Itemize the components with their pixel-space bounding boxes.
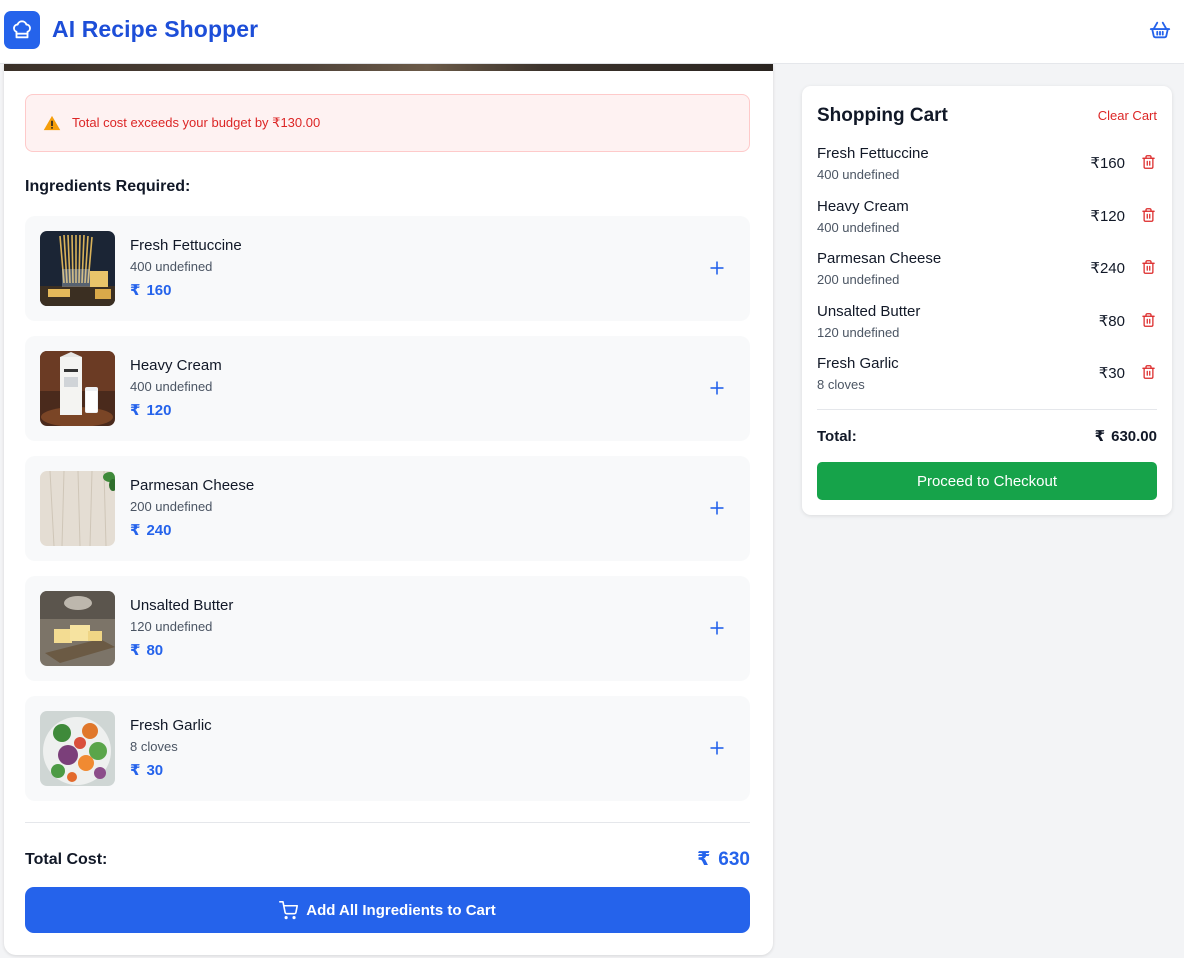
cart-icon <box>279 900 299 919</box>
ingredient-quantity: 200 undefined <box>130 499 213 514</box>
budget-alert: Total cost exceeds your budget by ₹130.0… <box>25 94 750 152</box>
app-title: AI Recipe Shopper <box>52 16 259 42</box>
plus-icon <box>710 741 724 755</box>
ingredient-card: Heavy Cream 400 undefined ₹120 <box>25 336 750 441</box>
cart-item-name: Heavy Cream <box>817 198 909 215</box>
shopping-cart-panel: Shopping Cart Clear Cart Fresh Fettuccin… <box>802 86 1172 515</box>
cart-item-quantity: 120 undefined <box>817 325 900 340</box>
recipe-hero-image <box>4 64 773 71</box>
cart-item: Heavy Cream 400 undefined ₹120 <box>817 198 1157 240</box>
total-cost-amount: 630 <box>718 849 750 870</box>
trash-icon[interactable] <box>1139 153 1157 171</box>
cart-item-name: Fresh Garlic <box>817 355 899 372</box>
total-divider <box>25 822 750 823</box>
budget-alert-text: Total cost exceeds your budget by ₹130.0… <box>72 115 321 130</box>
ingredient-price: ₹80 <box>130 641 163 659</box>
trash-icon[interactable] <box>1139 311 1157 329</box>
ingredient-quantity: 400 undefined <box>130 259 213 274</box>
currency-symbol: ₹ <box>130 642 141 659</box>
pasta-image <box>40 231 115 306</box>
cart-item-quantity: 400 undefined <box>817 167 900 182</box>
clear-cart-button[interactable]: Clear Cart <box>1098 108 1157 123</box>
recipe-card: Total cost exceeds your budget by ₹130.0… <box>4 64 773 955</box>
add-ingredient-button[interactable] <box>707 618 727 638</box>
add-ingredient-button[interactable] <box>707 258 727 278</box>
cart-item-name: Unsalted Butter <box>817 303 921 320</box>
cart-item-quantity: 200 undefined <box>817 272 900 287</box>
plus-icon <box>710 621 724 635</box>
cart-total-label: Total: <box>817 428 857 445</box>
ingredient-quantity: 400 undefined <box>130 379 213 394</box>
ingredient-price-value: 240 <box>146 522 172 539</box>
cart-item: Fresh Fettuccine 400 undefined ₹160 <box>817 145 1157 187</box>
ingredient-price-value: 30 <box>146 762 164 779</box>
cart-item-quantity: 400 undefined <box>817 220 900 235</box>
ingredient-name: Fresh Fettuccine <box>130 237 242 254</box>
cart-item-price: ₹240 <box>1090 260 1125 277</box>
currency-symbol: ₹ <box>130 762 141 779</box>
ingredients-heading: Ingredients Required: <box>25 178 191 195</box>
currency-symbol: ₹ <box>697 849 711 870</box>
basket-icon[interactable] <box>1148 18 1172 42</box>
cart-item-quantity: 8 cloves <box>817 377 865 392</box>
cart-item-price: ₹30 <box>1098 365 1125 382</box>
add-all-label: Add All Ingredients to Cart <box>306 901 496 919</box>
cheese-image <box>40 471 115 546</box>
plus-icon <box>710 501 724 515</box>
cart-item: Fresh Garlic 8 cloves ₹30 <box>817 355 1157 397</box>
ingredient-price: ₹160 <box>130 281 171 299</box>
ingredient-price-value: 160 <box>146 282 172 299</box>
plus-icon <box>710 381 724 395</box>
cart-title: Shopping Cart <box>817 105 948 126</box>
cream-image <box>40 351 115 426</box>
ingredient-price: ₹240 <box>130 521 171 539</box>
trash-icon[interactable] <box>1139 206 1157 224</box>
currency-symbol: ₹ <box>130 282 141 299</box>
total-cost-value: ₹630 <box>697 848 750 871</box>
cart-item-price: ₹160 <box>1090 155 1125 172</box>
ingredient-name: Unsalted Butter <box>130 597 234 614</box>
app-header: AI Recipe Shopper <box>0 0 1184 64</box>
ingredient-card: Fresh Garlic 8 cloves ₹30 <box>25 696 750 801</box>
plus-icon <box>710 261 724 275</box>
ingredient-card: Unsalted Butter 120 undefined ₹80 <box>25 576 750 681</box>
cart-item-name: Parmesan Cheese <box>817 250 942 267</box>
currency-symbol: ₹ <box>1094 428 1106 445</box>
cart-item-price: ₹80 <box>1098 313 1125 330</box>
ingredient-quantity: 120 undefined <box>130 619 213 634</box>
cart-item: Unsalted Butter 120 undefined ₹80 <box>817 303 1157 345</box>
ingredient-price: ₹30 <box>130 761 163 779</box>
ingredient-price-value: 80 <box>146 642 164 659</box>
ingredient-card: Parmesan Cheese 200 undefined ₹240 <box>25 456 750 561</box>
ingredient-price-value: 120 <box>146 402 172 419</box>
trash-icon[interactable] <box>1139 363 1157 381</box>
cart-total-value: ₹630.00 <box>1095 427 1157 445</box>
cart-divider <box>817 409 1157 410</box>
total-cost-label: Total Cost: <box>25 851 108 868</box>
salad-image <box>40 711 115 786</box>
ingredient-name: Parmesan Cheese <box>130 477 255 494</box>
currency-symbol: ₹ <box>130 402 141 419</box>
ingredient-name: Heavy Cream <box>130 357 222 374</box>
cart-item-price: ₹120 <box>1090 208 1125 225</box>
chef-hat-icon[interactable] <box>4 11 40 49</box>
ingredient-name: Fresh Garlic <box>130 717 212 734</box>
add-ingredient-button[interactable] <box>707 738 727 758</box>
ingredient-quantity: 8 cloves <box>130 739 178 754</box>
butter-image <box>40 591 115 666</box>
add-ingredient-button[interactable] <box>707 378 727 398</box>
warning-icon <box>43 113 63 133</box>
trash-icon[interactable] <box>1139 258 1157 276</box>
checkout-button[interactable]: Proceed to Checkout <box>817 462 1157 500</box>
ingredient-price: ₹120 <box>130 401 171 419</box>
currency-symbol: ₹ <box>130 522 141 539</box>
cart-item-name: Fresh Fettuccine <box>817 145 929 162</box>
cart-total-amount: 630.00 <box>1111 428 1157 445</box>
add-ingredient-button[interactable] <box>707 498 727 518</box>
add-all-to-cart-button[interactable]: Add All Ingredients to Cart <box>25 887 750 933</box>
ingredient-card: Fresh Fettuccine 400 undefined ₹160 <box>25 216 750 321</box>
cart-item: Parmesan Cheese 200 undefined ₹240 <box>817 250 1157 292</box>
